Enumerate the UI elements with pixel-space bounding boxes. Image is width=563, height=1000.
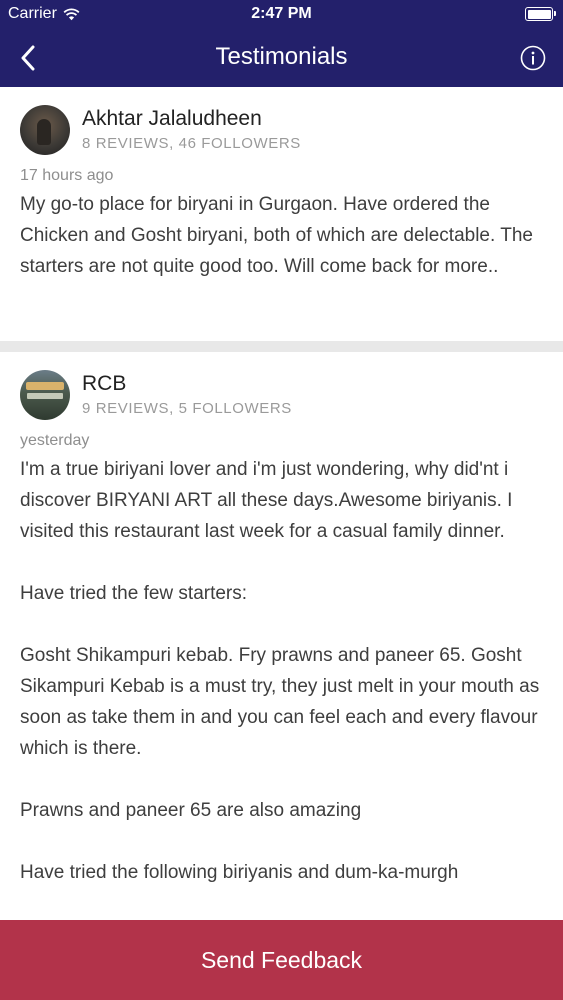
reviewer-info: RCB 9 REVIEWS, 5 FOLLOWERS — [82, 371, 292, 417]
review-paragraph: Gosht Shikampuri kebab. Fry prawns and p… — [20, 645, 540, 759]
review-text: My go-to place for biryani in Gurgaon. H… — [20, 189, 543, 282]
review-timestamp: 17 hours ago — [20, 167, 114, 184]
reviewer-stats: 8 REVIEWS, 46 FOLLOWERS — [82, 135, 301, 152]
review-timestamp: yesterday — [20, 432, 90, 449]
page-title: Testimonials — [215, 43, 348, 70]
review-paragraph: Have tried the few starters: — [20, 583, 248, 604]
reviewer-name[interactable]: RCB — [82, 371, 292, 397]
avatar[interactable] — [20, 370, 70, 420]
review-paragraph: My go-to place for biryani in Gurgaon. H… — [20, 194, 533, 277]
battery-icon — [525, 7, 556, 21]
review-header: Akhtar Jalaludheen 8 REVIEWS, 46 FOLLOWE… — [20, 105, 543, 155]
review-paragraph: Prawns and paneer 65 are also amazing — [20, 800, 362, 821]
nav-bar: Testimonials — [0, 30, 563, 87]
testimonials-list[interactable]: Akhtar Jalaludheen 8 REVIEWS, 46 FOLLOWE… — [0, 87, 563, 920]
reviewer-info: Akhtar Jalaludheen 8 REVIEWS, 46 FOLLOWE… — [82, 106, 301, 152]
status-bar: Carrier 2:47 PM — [0, 0, 563, 30]
review-paragraph: I'm a true biriyani lover and i'm just w… — [20, 459, 513, 542]
reviewer-stats: 9 REVIEWS, 5 FOLLOWERS — [82, 400, 292, 417]
info-circle-icon — [520, 45, 546, 71]
status-time: 2:47 PM — [251, 5, 312, 22]
review-text: I'm a true biriyani lover and i'm just w… — [20, 454, 543, 888]
review-card: Akhtar Jalaludheen 8 REVIEWS, 46 FOLLOWE… — [0, 87, 563, 341]
divider — [0, 341, 563, 352]
review-header: RCB 9 REVIEWS, 5 FOLLOWERS — [20, 370, 543, 420]
send-feedback-button[interactable]: Send Feedback — [0, 920, 563, 1000]
info-button[interactable] — [517, 42, 549, 74]
review-card: RCB 9 REVIEWS, 5 FOLLOWERS yesterday I'm… — [0, 352, 563, 888]
reviewer-name[interactable]: Akhtar Jalaludheen — [82, 106, 301, 132]
review-paragraph: Have tried the following biriyanis and d… — [20, 862, 459, 883]
avatar[interactable] — [20, 105, 70, 155]
